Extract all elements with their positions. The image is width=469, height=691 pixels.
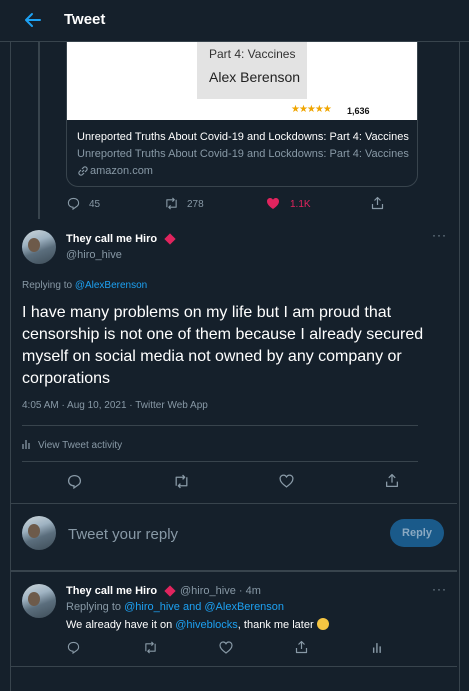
- avatar[interactable]: [22, 230, 56, 264]
- reply-replying-to: Replying to @hiro_hive and @AlexBerenson: [66, 601, 284, 613]
- view-activity-link[interactable]: View Tweet activity: [38, 440, 122, 451]
- tweet-meta: 4:05 AM · Aug 10, 2021 · Twitter Web App: [22, 400, 208, 411]
- like-count: 1.1K: [290, 199, 311, 210]
- replying-to: Replying to @AlexBerenson: [22, 280, 147, 291]
- header-bar: Tweet: [0, 0, 469, 42]
- divider: [11, 666, 457, 667]
- link-icon: [78, 166, 88, 176]
- share-icon[interactable]: [385, 473, 399, 488]
- replying-prefix: Replying to: [66, 601, 122, 613]
- back-arrow-icon[interactable]: [24, 12, 42, 28]
- heart-icon[interactable]: [219, 641, 233, 654]
- card-title: Unreported Truths About Covid-19 and Loc…: [77, 131, 409, 143]
- retweet-icon[interactable]: [173, 474, 190, 489]
- card-description: Unreported Truths About Covid-19 and Loc…: [77, 148, 409, 160]
- analytics-icon[interactable]: [372, 641, 384, 654]
- rating-count: 1,636: [347, 106, 370, 116]
- card-image: Part 4: Vaccines Alex Berenson ★★★★★ 1,6…: [67, 31, 417, 120]
- handle[interactable]: @hiro_hive: [66, 249, 122, 261]
- divider: [22, 425, 418, 426]
- share-icon[interactable]: [371, 196, 384, 210]
- tweet-text: I have many problems on my life but I am…: [22, 304, 424, 387]
- heart-icon[interactable]: [279, 474, 294, 488]
- share-icon[interactable]: [295, 640, 308, 654]
- retweet-icon[interactable]: [164, 197, 179, 210]
- wink-emoji-icon: [316, 618, 329, 630]
- heart-filled-icon[interactable]: [266, 197, 280, 210]
- page-title: Tweet: [64, 11, 106, 28]
- book-cover-line1: Part 4: Vaccines: [209, 47, 296, 61]
- more-options-icon[interactable]: ···: [432, 582, 447, 596]
- hiveblocks-mention[interactable]: @hiveblocks: [175, 619, 238, 631]
- retweet-icon[interactable]: [143, 641, 158, 654]
- reply-icon[interactable]: [67, 197, 80, 210]
- card-domain: amazon.com: [90, 165, 153, 177]
- replying-prefix: Replying to: [22, 280, 73, 291]
- divider: [11, 503, 457, 504]
- analytics-icon: [22, 440, 30, 449]
- reply-icon[interactable]: [67, 474, 82, 489]
- display-name[interactable]: They call me Hiro: [66, 233, 157, 245]
- reply-input[interactable]: [66, 522, 370, 546]
- reply-button[interactable]: Reply: [390, 519, 444, 547]
- reply-count: 45: [89, 199, 101, 210]
- reply-text-after: , thank me later: [237, 619, 314, 631]
- reply-icon[interactable]: [67, 641, 80, 654]
- reply-display-name[interactable]: They call me Hiro: [66, 585, 157, 597]
- retweet-count: 278: [187, 199, 204, 210]
- reply-handle-time[interactable]: @hiro_hive · 4m: [180, 585, 261, 597]
- divider: [11, 570, 457, 572]
- reply-text: We already have it on @hiveblocks, thank…: [66, 618, 329, 631]
- composer-avatar: [22, 516, 56, 550]
- star-rating-icon: ★★★★★: [291, 104, 332, 115]
- more-options-icon[interactable]: ···: [432, 228, 447, 242]
- mention-link[interactable]: @hiro_hive and @AlexBerenson: [124, 601, 284, 613]
- mention-link[interactable]: @AlexBerenson: [75, 280, 147, 291]
- book-cover-line2: Alex Berenson: [209, 69, 301, 85]
- divider: [22, 461, 418, 462]
- thread-connector-line: [38, 41, 40, 219]
- reply-text-before: We already have it on: [66, 619, 173, 631]
- link-card[interactable]: Part 4: Vaccines Alex Berenson ★★★★★ 1,6…: [66, 30, 418, 187]
- avatar[interactable]: [22, 584, 56, 618]
